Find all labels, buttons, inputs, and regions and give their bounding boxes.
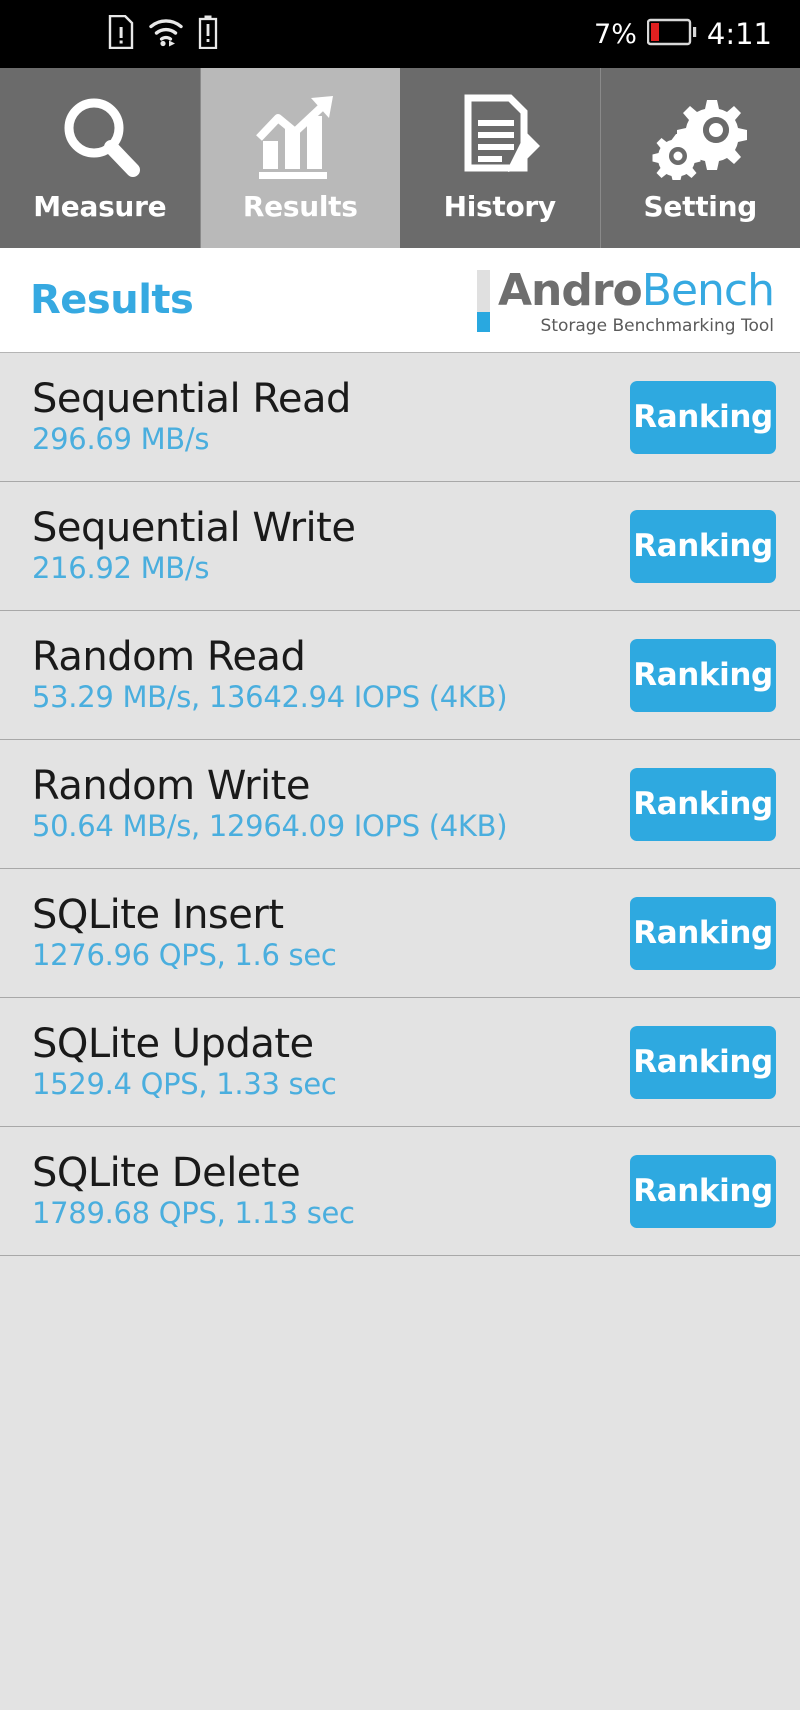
tab-history-label: History	[443, 189, 557, 223]
table-row[interactable]: SQLite Update 1529.4 QPS, 1.33 sec Ranki…	[0, 998, 800, 1127]
ranking-button[interactable]: Ranking	[630, 638, 776, 712]
bar-chart-icon	[253, 94, 347, 180]
table-row[interactable]: Random Read 53.29 MB/s, 13642.94 IOPS (4…	[0, 611, 800, 740]
row-texts: Random Write 50.64 MB/s, 12964.09 IOPS (…	[32, 763, 508, 844]
benchmark-value: 53.29 MB/s, 13642.94 IOPS (4KB)	[32, 680, 508, 715]
table-row[interactable]: Sequential Read 296.69 MB/s Ranking	[0, 353, 800, 482]
clock-label: 4:11	[706, 17, 772, 51]
tab-results[interactable]: Results	[200, 68, 400, 248]
document-pen-icon	[454, 94, 546, 180]
battery-low-icon	[646, 18, 697, 50]
battery-percent-label: 7%	[594, 18, 637, 50]
benchmark-name: Sequential Write	[32, 505, 356, 552]
benchmark-value: 50.64 MB/s, 12964.09 IOPS (4KB)	[32, 809, 508, 844]
row-texts: SQLite Update 1529.4 QPS, 1.33 sec	[32, 1023, 337, 1101]
benchmark-value: 1276.96 QPS, 1.6 sec	[32, 938, 337, 973]
table-row[interactable]: Random Write 50.64 MB/s, 12964.09 IOPS (…	[0, 740, 800, 869]
ranking-button[interactable]: Ranking	[630, 380, 776, 454]
table-row[interactable]: SQLite Delete 1789.68 QPS, 1.13 sec Rank…	[0, 1127, 800, 1256]
logo-tagline: Storage Benchmarking Tool	[540, 315, 774, 336]
row-texts: Sequential Read 296.69 MB/s	[32, 378, 351, 456]
ranking-button[interactable]: Ranking	[630, 509, 776, 583]
tab-setting[interactable]: Setting	[600, 68, 800, 248]
logo-wordmark: AndroBench	[498, 269, 775, 313]
benchmark-name: SQLite Delete	[32, 1150, 301, 1197]
table-row[interactable]: SQLite Insert 1276.96 QPS, 1.6 sec Ranki…	[0, 869, 800, 998]
androbench-logo: AndroBench Storage Benchmarking Tool	[476, 264, 775, 336]
status-bar-right: 7% 4:11	[594, 17, 772, 51]
tab-bar: Measure Results History Setting	[0, 68, 800, 248]
benchmark-value: 1529.4 QPS, 1.33 sec	[32, 1067, 337, 1102]
benchmark-name: Random Write	[32, 763, 310, 810]
ranking-button[interactable]: Ranking	[630, 896, 776, 970]
page-title: Results	[30, 277, 194, 323]
results-list: Sequential Read 296.69 MB/s Ranking Sequ…	[0, 353, 800, 1710]
wifi-icon	[148, 17, 184, 51]
benchmark-value: 296.69 MB/s	[32, 422, 210, 457]
ranking-button[interactable]: Ranking	[630, 767, 776, 841]
sim-card-alert-icon	[108, 14, 134, 53]
page-header: Results AndroBench Storage Benchmarking …	[0, 248, 800, 353]
logo-accent-bar	[476, 270, 490, 333]
row-texts: Random Read 53.29 MB/s, 13642.94 IOPS (4…	[32, 634, 508, 715]
benchmark-name: SQLite Insert	[32, 892, 284, 939]
list-empty-space	[0, 1256, 800, 1710]
benchmark-name: Random Read	[32, 634, 306, 681]
logo-text: AndroBench Storage Benchmarking Tool	[498, 269, 775, 336]
ranking-button[interactable]: Ranking	[630, 1154, 776, 1228]
row-texts: SQLite Delete 1789.68 QPS, 1.13 sec	[32, 1152, 355, 1230]
tab-results-label: Results	[242, 189, 358, 223]
benchmark-name: Sequential Read	[32, 376, 351, 423]
tab-history[interactable]: History	[400, 68, 601, 248]
tab-measure[interactable]: Measure	[0, 68, 201, 248]
ranking-button[interactable]: Ranking	[630, 1025, 776, 1099]
gears-icon	[650, 94, 750, 180]
magnifier-icon	[54, 94, 146, 180]
row-texts: SQLite Insert 1276.96 QPS, 1.6 sec	[32, 894, 337, 972]
status-bar-left-icons	[108, 14, 218, 53]
tab-measure-label: Measure	[33, 189, 167, 223]
benchmark-name: SQLite Update	[32, 1021, 314, 1068]
battery-alert-icon	[198, 15, 218, 53]
tab-setting-label: Setting	[643, 189, 758, 223]
table-row[interactable]: Sequential Write 216.92 MB/s Ranking	[0, 482, 800, 611]
phone-screen: 7% 4:11 Measure Results History Setting …	[0, 0, 800, 1710]
logo-word-bench: Bench	[641, 265, 775, 317]
logo-word-andro: Andro	[497, 265, 643, 317]
benchmark-value: 216.92 MB/s	[32, 551, 210, 586]
row-texts: Sequential Write 216.92 MB/s	[32, 505, 356, 586]
benchmark-value: 1789.68 QPS, 1.13 sec	[32, 1196, 355, 1231]
status-bar: 7% 4:11	[0, 0, 800, 68]
